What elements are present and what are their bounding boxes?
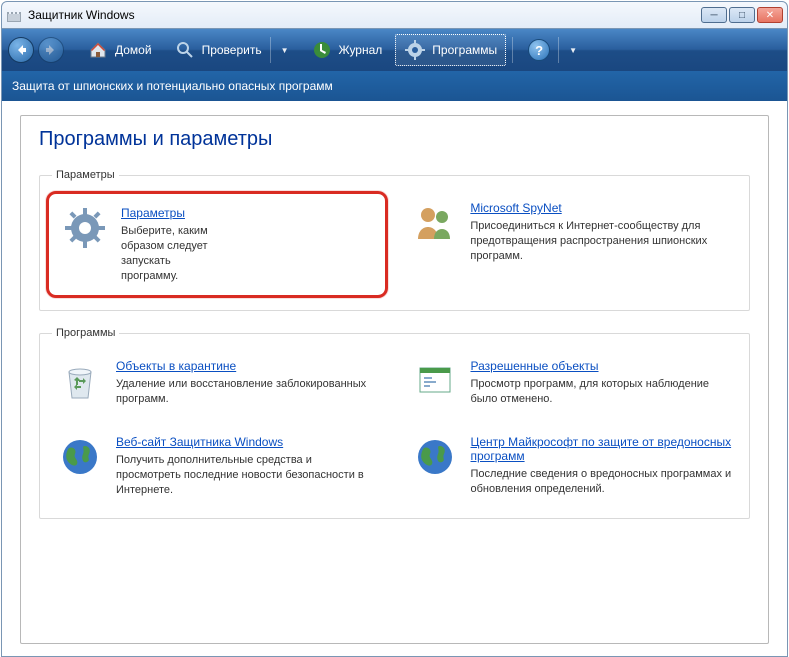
home-icon: [87, 39, 109, 61]
home-button[interactable]: Домой: [78, 34, 161, 66]
page-title: Программы и параметры: [39, 128, 750, 151]
sub-header-text: Защита от шпионских и потенциально опасн…: [12, 79, 333, 93]
spynet-link[interactable]: Microsoft SpyNet: [470, 201, 561, 215]
highlight-box: Параметры Выберите, каким образом следуе…: [46, 191, 388, 298]
globe-icon: [411, 433, 459, 481]
maximize-button[interactable]: □: [729, 7, 755, 23]
programs-button[interactable]: Программы: [395, 34, 506, 66]
allowed-desc: Просмотр программ, для которых наблюдени…: [471, 377, 734, 407]
gear-icon: [404, 39, 426, 61]
spynet-desc: Присоединиться к Интернет-сообществу для…: [470, 219, 733, 264]
journal-button[interactable]: Журнал: [302, 34, 392, 66]
home-label: Домой: [115, 43, 152, 57]
spynet-card: Microsoft SpyNet Присоединиться к Интерн…: [406, 195, 737, 294]
titlebar: Защитник Windows ─ □ ✕: [1, 1, 788, 29]
help-icon: ?: [528, 39, 550, 61]
globe-icon: [56, 433, 104, 481]
app-icon: [6, 7, 22, 23]
programs-label: Программы: [432, 43, 497, 57]
separator: [512, 37, 513, 63]
check-label: Проверить: [202, 43, 262, 57]
sub-header: Защита от шпионских и потенциально опасн…: [1, 71, 788, 101]
protection-desc: Последние сведения о вредоносных програм…: [471, 467, 734, 497]
search-icon: [174, 39, 196, 61]
website-desc: Получить дополнительные средства и просм…: [116, 453, 379, 498]
quarantine-desc: Удаление или восстановление заблокирован…: [116, 377, 379, 407]
close-button[interactable]: ✕: [757, 7, 783, 23]
chevron-down-icon: ▼: [281, 46, 289, 55]
settings-link[interactable]: Параметры: [121, 206, 185, 220]
journal-icon: [311, 39, 333, 61]
website-link[interactable]: Веб-сайт Защитника Windows: [116, 435, 283, 449]
chevron-down-icon: ▼: [569, 46, 577, 55]
forward-button[interactable]: [38, 37, 64, 63]
programs-group: Программы Объекты в карантине Удаление и…: [39, 327, 750, 518]
minimize-button[interactable]: ─: [701, 7, 727, 23]
allowed-link[interactable]: Разрешенные объекты: [471, 359, 599, 373]
protection-card: Центр Майкрософт по защите от вредоносны…: [407, 429, 738, 501]
settings-desc: Выберите, каким образом следует запускат…: [121, 224, 213, 283]
parameters-legend: Параметры: [52, 169, 119, 181]
programs-legend: Программы: [52, 327, 119, 339]
settings-card: Параметры Выберите, каким образом следуе…: [57, 200, 217, 287]
separator: [270, 37, 271, 63]
separator: [558, 37, 559, 63]
quarantine-link[interactable]: Объекты в карантине: [116, 359, 236, 373]
quarantine-card: Объекты в карантине Удаление или восстан…: [52, 353, 383, 411]
people-icon: [410, 199, 458, 247]
gear-icon: [61, 204, 109, 252]
content-area: Программы и параметры Параметры Параметр…: [1, 101, 788, 657]
app-window: { "titlebar": { "title": "Защитник Windo…: [0, 0, 789, 644]
help-button[interactable]: ? ▼: [519, 32, 586, 68]
protection-link[interactable]: Центр Майкрософт по защите от вредоносны…: [471, 435, 734, 463]
website-card: Веб-сайт Защитника Windows Получить допо…: [52, 429, 383, 502]
check-button[interactable]: Проверить ▼: [165, 32, 298, 68]
window-icon: [411, 357, 459, 405]
main-panel: Программы и параметры Параметры Параметр…: [20, 115, 769, 644]
allowed-card: Разрешенные объекты Просмотр программ, д…: [407, 353, 738, 411]
back-button[interactable]: [8, 37, 34, 63]
recycle-bin-icon: [56, 357, 104, 405]
window-title: Защитник Windows: [28, 8, 701, 22]
toolbar: Домой Проверить ▼ Журнал Программы ? ▼: [1, 29, 788, 71]
parameters-group: Параметры Параметры Выберите, каким обра…: [39, 169, 750, 311]
window-controls: ─ □ ✕: [701, 7, 783, 23]
journal-label: Журнал: [339, 43, 383, 57]
